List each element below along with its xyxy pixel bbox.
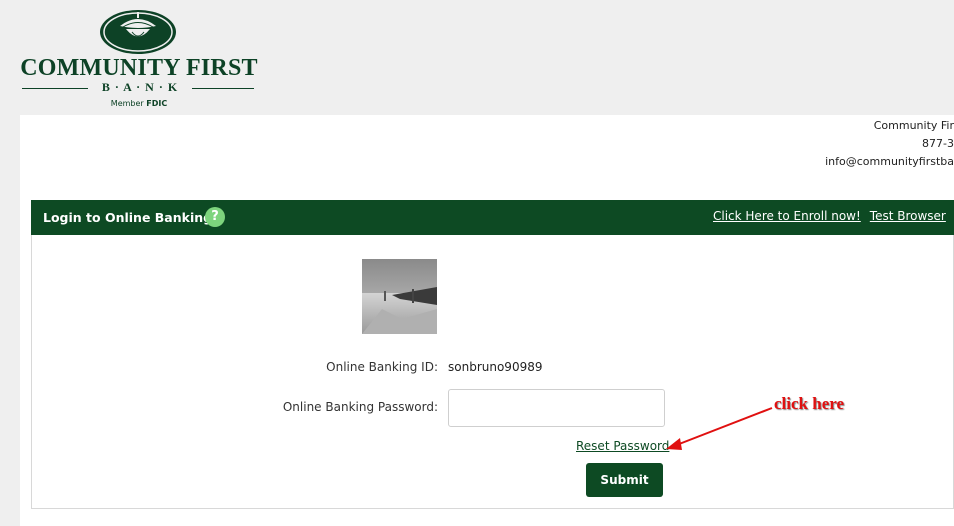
submit-button[interactable]: Submit [586, 463, 663, 497]
bank-name: COMMUNITY FIRST [20, 55, 258, 81]
password-input[interactable] [448, 389, 665, 427]
logo-rule-right [192, 88, 254, 89]
banking-id-label: Online Banking ID: [326, 360, 438, 374]
contact-info: Community Fir 877-3 info@communityfirstb… [754, 117, 954, 171]
enroll-link[interactable]: Click Here to Enroll now! [713, 209, 861, 223]
annotation-arrow-icon [666, 407, 773, 450]
beach-photo-icon [362, 259, 437, 334]
main-content: Community Fir 877-3 info@communityfirstb… [20, 115, 954, 526]
banking-id-value: sonbruno90989 [448, 360, 543, 374]
member-prefix: Member [110, 99, 144, 108]
contact-phone: 877-3 [922, 137, 954, 150]
member-fdic: Member FDIC [20, 99, 258, 108]
bank-logo[interactable]: COMMUNITY FIRST B · A · N · K Member FDI… [20, 8, 258, 112]
login-header-bar: Login to Online Banking ? Click Here to … [31, 200, 954, 235]
help-icon[interactable]: ? [205, 207, 225, 227]
reset-password-link[interactable]: Reset Password [576, 439, 669, 453]
login-title: Login to Online Banking [43, 210, 213, 225]
password-label: Online Banking Password: [282, 400, 438, 414]
test-browser-link[interactable]: Test Browser [870, 209, 946, 223]
header-links: Click Here to Enroll now! Test Browser H… [713, 209, 954, 223]
contact-email[interactable]: info@communityfirstba [825, 153, 954, 171]
security-image [362, 259, 437, 334]
annotation-click-here: click here [774, 394, 845, 413]
fdic-label: FDIC [146, 99, 168, 108]
login-panel: Login to Online Banking ? Click Here to … [31, 200, 954, 509]
logo-rule-left [22, 88, 88, 89]
acorn-emblem-icon [100, 10, 176, 54]
bank-subtitle: B · A · N · K [88, 80, 192, 95]
contact-name: Community Fir [873, 119, 954, 132]
header: COMMUNITY FIRST B · A · N · K Member FDI… [0, 0, 954, 115]
